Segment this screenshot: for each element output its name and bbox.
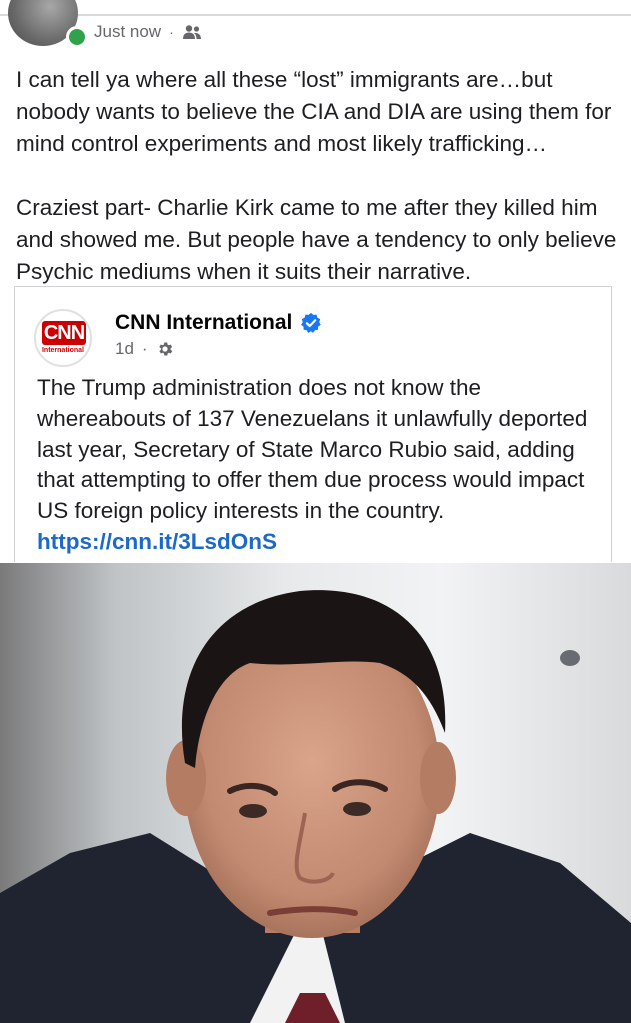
cnn-logo-text: CNN xyxy=(42,321,86,345)
meta-separator: · xyxy=(141,339,148,358)
verified-badge-icon xyxy=(301,312,322,333)
shared-meta: 1d · xyxy=(115,339,174,359)
gear-icon xyxy=(158,342,172,356)
post-paragraph: I can tell ya where all these “lost” imm… xyxy=(16,67,612,156)
cnn-logo[interactable]: CNN International xyxy=(34,309,92,367)
shared-text: The Trump administration does not know t… xyxy=(37,375,588,524)
shared-link[interactable]: https://cnn.it/3LsdOnS xyxy=(37,529,277,554)
cnn-logo-subtext: International xyxy=(41,347,84,354)
meta-separator: · xyxy=(169,24,174,40)
post-paragraph: Craziest part- Charlie Kirk came to me a… xyxy=(16,195,617,284)
shared-age[interactable]: 1d xyxy=(115,339,134,359)
post-timestamp[interactable]: Just now xyxy=(94,22,161,42)
shared-post-card[interactable]: CNN International CNN International 1d ·… xyxy=(14,286,612,562)
post-meta: Just now · xyxy=(94,22,202,42)
shared-photo[interactable] xyxy=(0,563,631,1023)
friends-icon[interactable] xyxy=(182,24,202,40)
top-divider xyxy=(0,14,631,16)
shared-post-text: The Trump administration does not know t… xyxy=(37,373,597,558)
page-name[interactable]: CNN International xyxy=(115,311,292,335)
post-body: I can tell ya where all these “lost” imm… xyxy=(16,64,621,288)
portrait-image xyxy=(0,590,631,1023)
page-name-row: CNN International xyxy=(115,311,322,335)
online-status-icon xyxy=(66,26,88,48)
